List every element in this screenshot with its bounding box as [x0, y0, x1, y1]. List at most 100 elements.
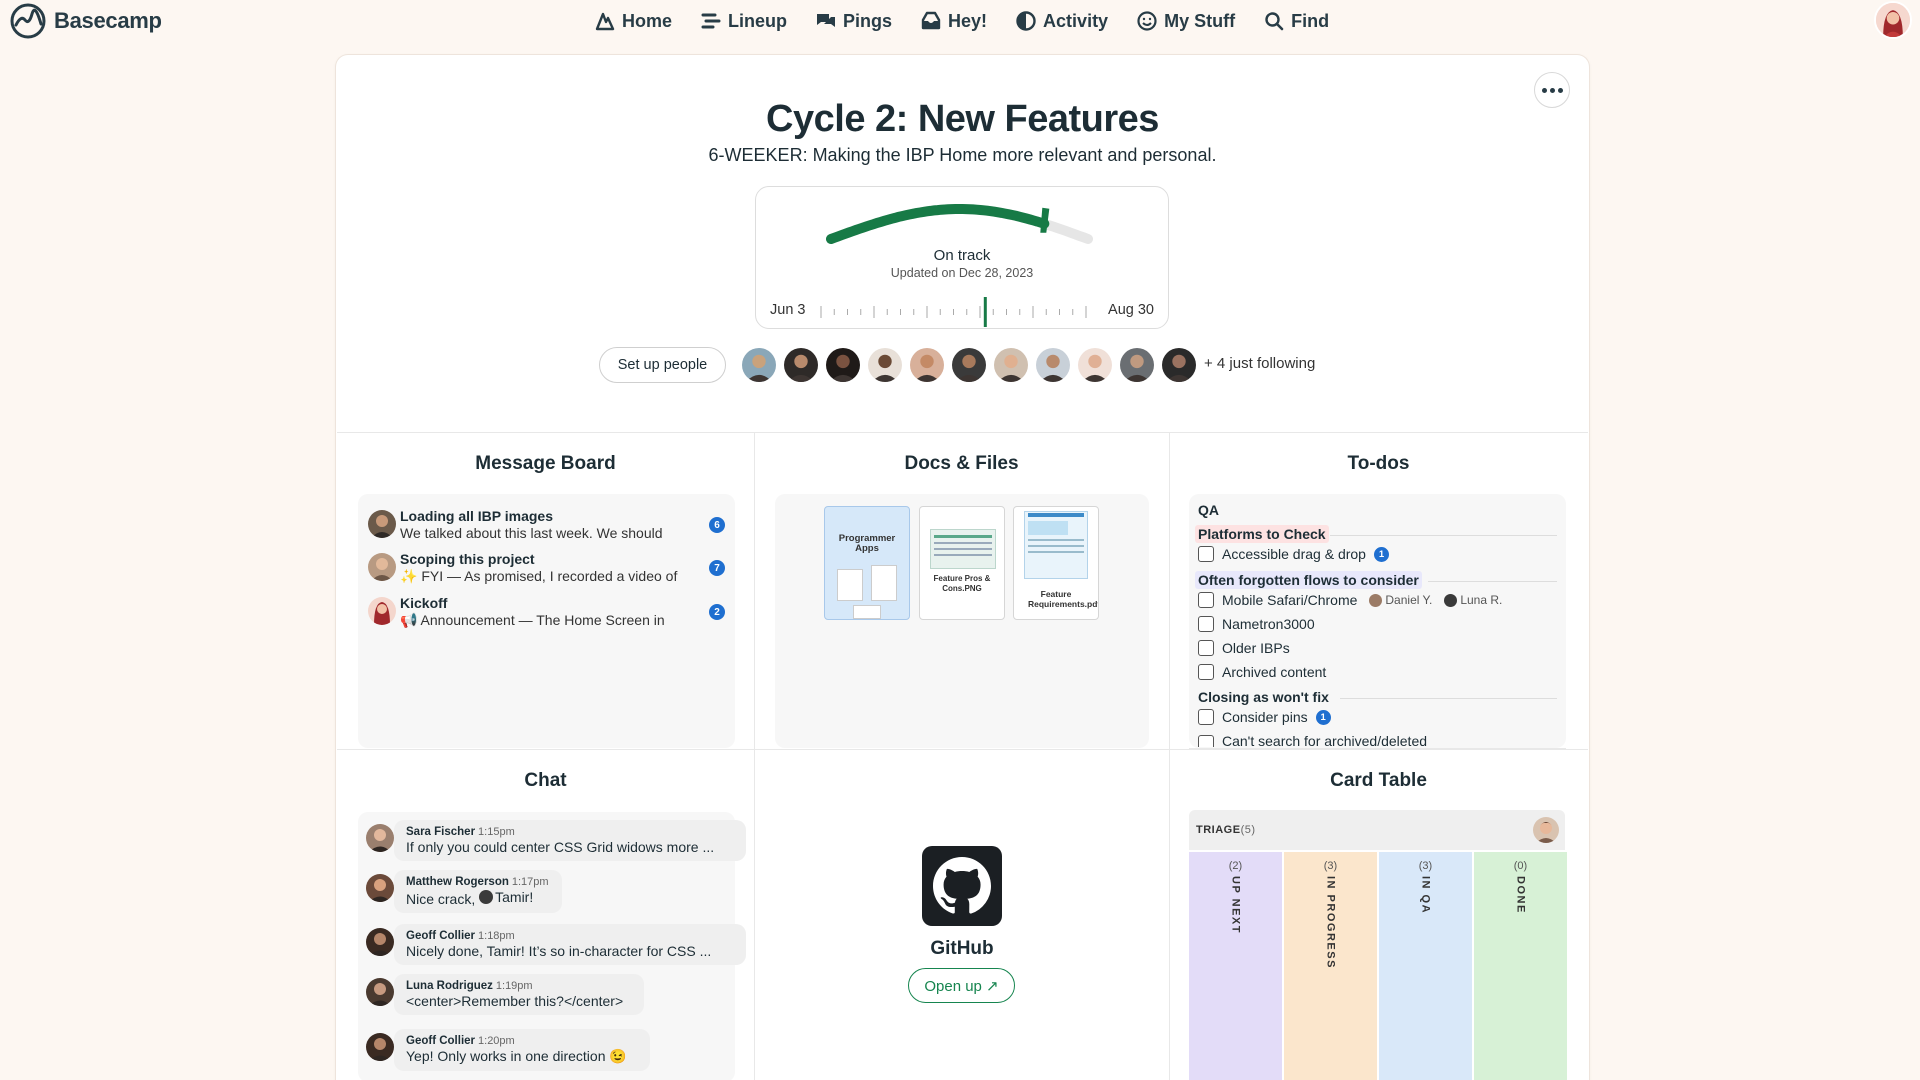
message-title: Loading all IBP images [400, 508, 554, 524]
hill-updated: Updated on Dec 28, 2023 [890, 266, 1034, 280]
nav-home[interactable]: Home [594, 10, 672, 32]
following-count[interactable]: + 4 just following [1204, 355, 1315, 372]
todo-group-heading: Closing as won't fix [1198, 689, 1329, 705]
nav-my-stuff[interactable]: My Stuff [1136, 10, 1235, 32]
message-title: Scoping this project [400, 551, 535, 567]
project-description: 6-WEEKER: Making the IBP Home more relev… [708, 145, 1217, 165]
person-avatar[interactable] [1076, 346, 1114, 384]
todo-item[interactable]: Can't search for archived/deleted [1198, 733, 1427, 747]
todo-checkbox[interactable] [1198, 616, 1214, 632]
nav-activity[interactable]: Activity [1015, 10, 1108, 32]
person-avatar[interactable] [1034, 346, 1072, 384]
todo-checkbox[interactable] [1198, 709, 1214, 725]
todo-item[interactable]: Consider pins 1 [1198, 709, 1331, 725]
people-avatars [740, 346, 1198, 384]
person-avatar[interactable] [908, 346, 946, 384]
hill-chart[interactable]: On track Updated on Dec 28, 2023 Jun 3 A… [755, 186, 1169, 329]
todos-title[interactable]: To-dos [1169, 453, 1588, 475]
nav-pings[interactable]: Pings [815, 10, 892, 32]
user-avatar[interactable] [1874, 1, 1912, 39]
chat-text: If only you could center CSS Grid widows… [406, 839, 715, 855]
set-up-people-button[interactable]: Set up people [599, 347, 726, 383]
message-board-title[interactable]: Message Board [337, 453, 754, 475]
todo-text: Mobile Safari/Chrome [1222, 592, 1358, 608]
person-avatar[interactable] [992, 346, 1030, 384]
person-avatar[interactable] [950, 346, 988, 384]
person-avatar[interactable] [782, 346, 820, 384]
nav-hey[interactable]: Hey! [920, 10, 987, 32]
open-up-button[interactable]: Open up ↗ [908, 968, 1015, 1003]
card-column[interactable]: (3) IN PROGRESS [1284, 852, 1377, 1080]
mention[interactable]: Tamir! [479, 889, 533, 905]
person-avatar[interactable] [1118, 346, 1156, 384]
chat-title[interactable]: Chat [337, 770, 754, 792]
message-item[interactable]: Scoping this project ✨ FYI — As promised… [368, 549, 728, 589]
person-avatar[interactable] [740, 346, 778, 384]
hill-status: On track [933, 247, 991, 264]
basecamp-logo[interactable]: Basecamp [10, 3, 162, 39]
todo-checkbox[interactable] [1198, 735, 1214, 747]
todo-text: Archived content [1222, 664, 1327, 680]
triage-label: TRIAGE(5) [1196, 824, 1256, 836]
my-stuff-icon [1137, 11, 1157, 31]
todo-checkbox[interactable] [1198, 546, 1214, 562]
column-count: (2) [1228, 860, 1243, 872]
timeline-ticks [820, 297, 1087, 327]
doc-label: Programmer Apps [838, 533, 896, 554]
todo-group-heading: Often forgotten flows to consider [1195, 571, 1422, 589]
doc-label: Feature Pros & Cons.PNG [933, 574, 991, 593]
chat-bubble: Geoff Collier 1:20pm Yep! Only works in on… [394, 1029, 650, 1071]
github-logo[interactable] [922, 846, 1002, 926]
nav-activity-label: Activity [1043, 10, 1109, 31]
card-column[interactable]: (2) UP NEXT [1189, 852, 1282, 1080]
todo-item[interactable]: Older IBPs [1198, 640, 1290, 656]
chat-time: 1:19pm [495, 980, 533, 992]
avatar [366, 928, 394, 956]
column-name: IN PROGRESS [1324, 876, 1337, 969]
todo-checkbox[interactable] [1198, 640, 1214, 656]
todo-item[interactable]: Mobile Safari/Chrome Daniel Y. Luna R. [1198, 592, 1502, 608]
avatar [368, 510, 396, 538]
nav-lineup[interactable]: Lineup [700, 10, 787, 32]
todo-text: Consider pins [1222, 709, 1308, 725]
doc-pdf[interactable]: Feature Requirements.pdf [1013, 506, 1099, 620]
column-name: UP NEXT [1229, 876, 1242, 934]
github-title: GitHub [930, 938, 994, 959]
comment-count-badge: 7 [709, 560, 725, 576]
project-title: Cycle 2: New Features [766, 98, 1159, 140]
divider [1428, 581, 1557, 582]
doc-image[interactable]: Feature Pros & Cons.PNG [919, 506, 1005, 620]
card-table-triage[interactable]: TRIAGE(5) [1189, 810, 1565, 850]
nav-my-stuff-label: My Stuff [1164, 10, 1236, 31]
card-column[interactable]: (0) DONE [1474, 852, 1567, 1080]
person-avatar[interactable] [1160, 346, 1198, 384]
nav-home-label: Home [622, 10, 673, 31]
avatar [368, 597, 396, 625]
message-item[interactable]: Kickoff 📢 Announcement — The Home Screen… [368, 593, 728, 633]
todo-comment-badge: 1 [1315, 709, 1331, 725]
card-table-title[interactable]: Card Table [1169, 770, 1588, 792]
person-avatar[interactable] [824, 346, 862, 384]
github-icon [933, 857, 991, 914]
nav-find[interactable]: Find [1263, 10, 1329, 32]
todo-checkbox[interactable] [1198, 592, 1214, 608]
basecamp-logo-icon [10, 3, 46, 39]
docs-files-title[interactable]: Docs & Files [754, 453, 1169, 475]
activity-icon [1016, 11, 1036, 31]
comment-count-badge: 2 [709, 604, 725, 620]
todo-list-title[interactable]: QA [1198, 502, 1219, 518]
todo-checkbox[interactable] [1198, 664, 1214, 680]
todo-item[interactable]: Archived content [1198, 664, 1326, 680]
avatar [1533, 817, 1559, 843]
card-column[interactable]: (3) IN QA [1379, 852, 1472, 1080]
divider [1330, 535, 1557, 536]
todo-item[interactable]: Nametron3000 [1198, 616, 1315, 632]
message-item[interactable]: Loading all IBP images We talked about t… [368, 506, 728, 546]
chat-time: 1:15pm [478, 826, 515, 838]
todo-item[interactable]: Accessible drag & drop 1 [1198, 546, 1389, 562]
search-icon [1265, 12, 1284, 31]
divider [1169, 432, 1170, 1080]
doc-folder[interactable]: Programmer Apps [824, 506, 910, 620]
nav-lineup-label: Lineup [728, 10, 788, 31]
person-avatar[interactable] [866, 346, 904, 384]
